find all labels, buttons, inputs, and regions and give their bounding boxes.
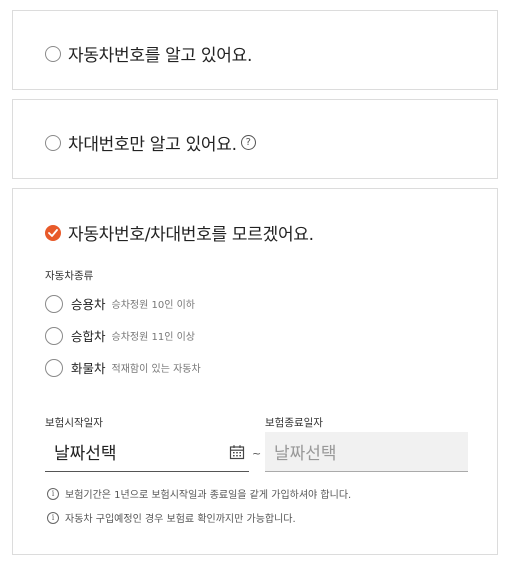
vehicle-type-desc: 승차정원 10인 이하: [111, 300, 195, 311]
radio-button[interactable]: [45, 326, 63, 345]
vehicle-type-name: 화물차: [71, 361, 106, 376]
radio-button[interactable]: [45, 294, 63, 313]
option-card-unknown[interactable]: 자동차번호/차대번호를 모르겠어요. 자동차종류 승용차 승차정원 10인 이하…: [12, 188, 498, 555]
vehicle-type-name: 승용차: [71, 297, 106, 312]
radio-option-vin-number[interactable]: 차대번호만 알고 있어요. ?: [45, 130, 256, 155]
vehicle-type-option-truck[interactable]: 화물차 적재함이 있는 자동차: [45, 358, 201, 377]
info-icon: i: [47, 487, 59, 500]
info-icon: i: [47, 511, 59, 524]
radio-button-checked[interactable]: [45, 224, 61, 241]
start-date-value: 날짜선택: [54, 444, 117, 464]
end-date-field: 날짜선택: [265, 432, 468, 472]
option-label: 자동차번호를 알고 있어요.: [68, 46, 253, 66]
radio-option-car-number[interactable]: 자동차번호를 알고 있어요.: [45, 41, 252, 66]
info-note-text: 자동차 구입예정인 경우 보험료 확인까지만 가능합니다.: [65, 514, 296, 525]
start-date-field[interactable]: 날짜선택: [45, 432, 249, 472]
start-date-label: 보험시작일자: [45, 417, 103, 429]
vehicle-type-name: 승합차: [71, 329, 106, 344]
vehicle-type-option-sedan[interactable]: 승용차 승차정원 10인 이하: [45, 294, 195, 313]
option-label: 자동차번호/차대번호를 모르겠어요.: [68, 225, 314, 245]
info-note-text: 보험기간은 1년으로 보험시작일과 종료일을 같게 가입하셔야 합니다.: [65, 490, 352, 501]
radio-option-unknown[interactable]: 자동차번호/차대번호를 모르겠어요.: [45, 220, 314, 245]
radio-button[interactable]: [45, 45, 61, 62]
info-note: i 보험기간은 1년으로 보험시작일과 종료일을 같게 가입하셔야 합니다.: [47, 486, 351, 501]
vehicle-type-desc: 승차정원 11인 이상: [111, 332, 195, 343]
radio-button[interactable]: [45, 134, 61, 151]
option-card-car-number[interactable]: 자동차번호를 알고 있어요.: [12, 10, 498, 90]
option-label: 차대번호만 알고 있어요.: [68, 135, 237, 155]
question-circle-icon[interactable]: ?: [240, 135, 256, 150]
radio-button[interactable]: [45, 358, 63, 377]
end-date-value: 날짜선택: [274, 444, 337, 464]
vehicle-type-option-van[interactable]: 승합차 승차정원 11인 이상: [45, 326, 195, 345]
end-date-label: 보험종료일자: [265, 417, 323, 429]
vehicle-type-desc: 적재함이 있는 자동차: [111, 364, 201, 375]
vehicle-type-label: 자동차종류: [45, 270, 94, 282]
info-note: i 자동차 구입예정인 경우 보험료 확인까지만 가능합니다.: [47, 510, 296, 525]
date-range-separator: ~: [252, 447, 262, 460]
option-card-vin-number[interactable]: 차대번호만 알고 있어요. ?: [12, 99, 498, 179]
checkmark-icon: [48, 228, 58, 237]
calendar-icon[interactable]: [229, 444, 245, 460]
